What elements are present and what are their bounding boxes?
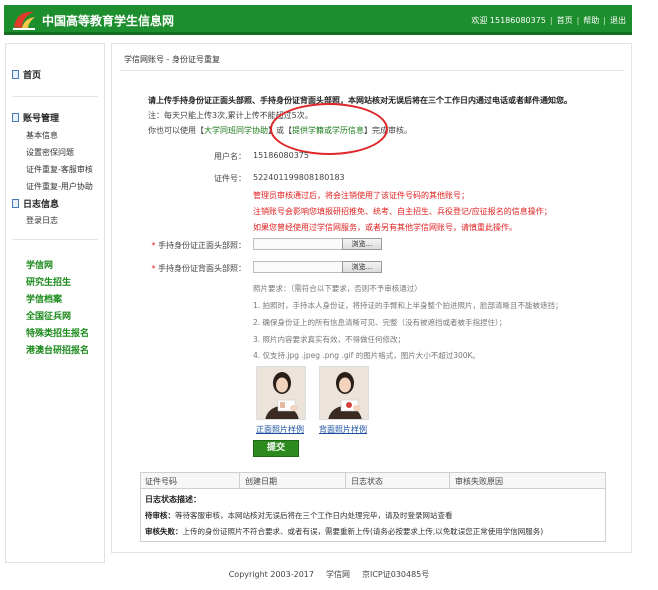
document-icon (12, 113, 19, 122)
column-header: 审核失败原因 (455, 477, 503, 486)
log-status-failed: 审核失败：上传的身份证照片不符合要求、或者有误，需要重新上传(请务必按要求上传,… (145, 527, 544, 536)
column-header: 证件号码 (145, 477, 177, 486)
back-photo-label: * 手持身份证背面头部照： (151, 264, 246, 273)
nav-home-link[interactable]: 首页 (557, 16, 573, 25)
sidebar-item-basic-info[interactable]: 基本信息 (26, 130, 58, 141)
document-icon (12, 70, 19, 79)
front-sample-link[interactable]: 正面照片样例 (256, 424, 304, 435)
site-title: 中国高等教育学生信息网 (42, 14, 175, 28)
sidebar-section-account: 账号管理 (12, 111, 59, 124)
back-browse-button[interactable]: 浏览... (342, 261, 382, 273)
front-sample-photo[interactable] (256, 366, 306, 420)
id-number-label: 证件号： (214, 174, 246, 183)
front-photo-input[interactable] (253, 238, 343, 250)
divider (239, 473, 240, 489)
log-status-title: 日志状态描述： (145, 495, 201, 504)
sidebar-link-hkmt-admission[interactable]: 港澳台研招报名 (26, 343, 89, 356)
id-number-value: 522401199808180183 (253, 173, 345, 182)
log-table: 证件号码 创建日期 日志状态 审核失败原因 日志状态描述： 待审核：等待客服审核… (140, 472, 606, 542)
sidebar-item-login-log[interactable]: 登录日志 (26, 215, 58, 226)
nav-logout-link[interactable]: 退出 (610, 16, 626, 25)
logo-icon (13, 11, 35, 30)
classmate-assist-link[interactable]: 大学同班同学协助 (204, 126, 268, 135)
nav-help-link[interactable]: 帮助 (583, 16, 599, 25)
sidebar-link-conscription[interactable]: 全国征兵网 (26, 309, 71, 322)
highlight-annotation (270, 103, 388, 155)
document-icon (12, 199, 19, 208)
requirement-item: 4. 仅支持.jpg .jpeg .png .gif 的图片格式，图片大小不超过… (253, 351, 480, 360)
top-nav: 欢迎 15186080375 | 首页 | 帮助 | 退出 (471, 16, 626, 25)
breadcrumb: 学信网账号 - 身份证号重复 (124, 55, 220, 64)
person-with-id-icon (257, 367, 305, 419)
back-sample-link[interactable]: 背面照片样例 (319, 424, 367, 435)
welcome-text: 欢迎 15186080375 (471, 16, 546, 25)
column-header: 创建日期 (245, 477, 277, 486)
username-label: 用户名： (214, 152, 246, 161)
front-photo-label: * 手持身份证正面头部照： (151, 241, 246, 250)
sidebar-link-grad-admission[interactable]: 研究生招生 (26, 275, 71, 288)
requirement-item: 1. 拍照时，手持本人身份证，将持证的手臂和上半身整个拍进照片，脸部清晰且不能被… (253, 301, 563, 310)
column-header: 日志状态 (351, 477, 383, 486)
footer: Copyright 2003-2017 学信网 京ICP证030485号 (0, 569, 658, 580)
requirement-item: 2. 确保身份证上的所有信息清晰可见、完整（没有被遮挡或者被手指捏住）； (253, 318, 507, 327)
top-header: 中国高等教育学生信息网 欢迎 15186080375 | 首页 | 帮助 | 退出 (4, 5, 632, 35)
sidebar-item-id-dup-user[interactable]: 证件重复-用户协助 (26, 181, 93, 192)
footer-site: 学信网 (325, 570, 350, 579)
front-browse-button[interactable]: 浏览... (342, 238, 382, 250)
username-value: 15186080375 (253, 151, 309, 160)
divider (12, 96, 98, 97)
divider (345, 473, 346, 489)
back-photo-input[interactable] (253, 261, 343, 273)
person-with-id-icon (320, 367, 368, 419)
footer-copyright: Copyright 2003-2017 (228, 570, 314, 579)
sidebar-item-id-dup-service[interactable]: 证件重复-客服审核 (26, 164, 93, 175)
intro-text: 请上传手持身份证正面头部照、手持身份证背面头部照，本网站核对无误后将在三个工作日… (148, 96, 572, 105)
sidebar: 首页 账号管理 基本信息 设置密保问题 证件重复-客服审核 证件重复-用户协助 … (5, 43, 105, 563)
footer-icp: 京ICP证030485号 (361, 570, 430, 579)
requirements-title: 照片要求：（需符合以下要求，否则不予审核通过） (253, 284, 422, 293)
sidebar-item-security-question[interactable]: 设置密保问题 (26, 147, 74, 158)
submit-button[interactable]: 提交 (253, 440, 299, 457)
warning-line: 注销账号会影响您填报研招推免、统考、自主招生、兵役登记/应征报名的信息操作； (253, 207, 552, 216)
log-status-pending: 待审核：等待客服审核，本网站核对无误后将在三个工作日内处理完毕，请及时登录网站查… (145, 511, 453, 520)
sidebar-link-archive[interactable]: 学信档案 (26, 292, 62, 305)
requirement-item: 3. 照片内容要求真实有效，不得做任何修改； (253, 335, 406, 344)
warning-line: 如果您曾经使用过学信网服务，或者另有其他学信网账号，请慎重此操作。 (253, 223, 517, 232)
divider (449, 473, 450, 489)
log-table-header: 证件号码 创建日期 日志状态 审核失败原因 (141, 473, 605, 489)
sidebar-link-special-admission[interactable]: 特殊类招生报名 (26, 326, 89, 339)
divider (12, 239, 98, 240)
sidebar-link-chsi[interactable]: 学信网 (26, 258, 53, 271)
divider (120, 70, 624, 71)
sidebar-item-home[interactable]: 首页 (12, 68, 41, 81)
back-sample-photo[interactable] (319, 366, 369, 420)
main-panel: 学信网账号 - 身份证号重复 请上传手持身份证正面头部照、手持身份证背面头部照，… (111, 43, 632, 553)
warning-line: 管理员审核通过后，将会注销使用了该证件号码的其他账号； (253, 191, 469, 200)
sidebar-section-log: 日志信息 (12, 197, 59, 210)
